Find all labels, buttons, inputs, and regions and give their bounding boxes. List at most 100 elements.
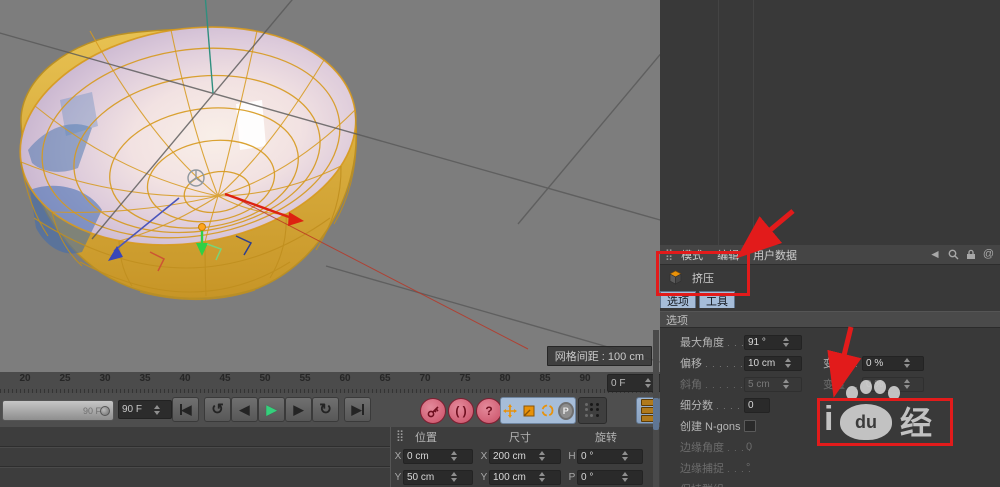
divider	[753, 0, 754, 245]
ruler-tick: 65	[365, 373, 405, 384]
position-header: 位置	[415, 429, 437, 445]
position-x-stepper[interactable]	[439, 448, 469, 464]
selected-tool-label: 挤压	[692, 270, 714, 286]
position-x-field[interactable]: 0 cm	[403, 449, 473, 464]
offset-field[interactable]: 10 cm	[744, 356, 802, 371]
max-angle-field[interactable]: 91 °	[744, 335, 802, 350]
record-parameter-toggle[interactable]: P	[558, 403, 574, 419]
position-y-value: 50 cm	[407, 472, 437, 483]
history-back-icon[interactable]: ◄	[929, 247, 941, 261]
menu-edit[interactable]: 编辑	[717, 247, 739, 263]
record-position-toggle[interactable]	[502, 403, 518, 419]
bevel-value: 5 cm	[748, 379, 772, 390]
rotation-p-stepper[interactable]	[611, 469, 639, 485]
keyframe-selection-button[interactable]: ?	[476, 398, 502, 424]
goto-next-key-button[interactable]: ↻	[312, 397, 339, 422]
max-frame-value: 90 F	[122, 404, 144, 415]
max-angle-stepper[interactable]	[774, 334, 798, 350]
param-row-max-angle: 最大角度 . . . . 91 °	[660, 333, 1000, 351]
size-x-field[interactable]: 200 cm	[489, 449, 561, 464]
goto-end-icon: ▶	[352, 402, 362, 418]
ruler-tick: 85	[525, 373, 565, 384]
param-label: 最大角度 . . . .	[680, 334, 752, 350]
search-icon[interactable]	[948, 249, 959, 260]
tab-options[interactable]: 选项	[660, 291, 696, 308]
rotate-circle-icon	[540, 403, 555, 418]
prev-frame-button[interactable]: ◀	[231, 397, 258, 422]
edge-angle-value: 0	[746, 441, 752, 453]
size-y-field[interactable]: 100 cm	[489, 470, 561, 485]
offset-stepper[interactable]	[777, 355, 798, 371]
bevel-field: 5 cm	[744, 377, 802, 392]
max-frame-stepper[interactable]	[146, 402, 168, 418]
goto-end-button[interactable]: ▶	[344, 397, 371, 422]
axis-label: X	[479, 451, 489, 462]
attribute-scrollbar[interactable]	[653, 330, 659, 487]
record-active-objects-button[interactable]	[420, 398, 446, 424]
viewport-3d[interactable]: 网格间距 : 100 cm	[0, 0, 660, 373]
play-forward-button[interactable]: ▶	[258, 397, 285, 422]
param-label: 斜角 . . . . . .	[680, 376, 744, 392]
range-slider-knob[interactable]	[100, 406, 110, 416]
record-scale-toggle[interactable]	[521, 403, 537, 419]
axis-label: P	[567, 472, 577, 483]
size-x-stepper[interactable]	[528, 448, 557, 464]
menu-mode[interactable]: 模式	[681, 247, 703, 263]
offset-variance-field[interactable]: 0 %	[862, 356, 924, 371]
next-frame-button[interactable]: ▶	[285, 397, 312, 422]
pla-dots-icon	[585, 403, 600, 418]
goto-start-icon: ◀	[182, 402, 192, 418]
axis-label: X	[393, 451, 403, 462]
animation-toolbar: 90 F 90 F ◀ ↺ ◀ ▶ ▶ ↻ ▶	[0, 393, 660, 428]
axis-label: Y	[479, 472, 489, 483]
at-icon[interactable]: @	[983, 248, 994, 260]
param-row-offset: 偏移 . . . . . . 10 cm 变量 . . 0 %	[660, 354, 1000, 372]
menu-user-data[interactable]: 用户数据	[753, 247, 797, 263]
ruler-tick: 25	[45, 373, 85, 384]
rotation-h-field[interactable]: 0 °	[577, 449, 643, 464]
record-rotation-toggle[interactable]	[539, 403, 555, 419]
position-y-field[interactable]: 50 cm	[403, 470, 473, 485]
rotation-p-value: 0 °	[581, 472, 609, 483]
record-channels-group: P	[500, 397, 576, 424]
paw-toe	[874, 380, 886, 394]
offset-variance-stepper[interactable]	[894, 355, 920, 371]
timeline-ruler[interactable]: 20 25 30 35 40 45 50 55 60 65 70 75 80 8…	[0, 372, 660, 394]
scale-square-icon	[522, 404, 536, 418]
ruler-tick: 75	[445, 373, 485, 384]
end-frame-value: 0 F	[611, 378, 634, 389]
point-level-animation-button[interactable]	[578, 397, 607, 424]
size-header: 尺寸	[509, 429, 531, 445]
tab-tool[interactable]: 工具	[699, 291, 735, 308]
rotation-p-field[interactable]: 0 °	[577, 470, 643, 485]
rotation-h-stepper[interactable]	[611, 448, 639, 464]
goto-prev-key-button[interactable]: ↺	[204, 397, 231, 422]
coordinates-grid-icon: ⣿	[396, 429, 404, 442]
max-frame-field[interactable]: 90 F	[118, 400, 172, 419]
position-y-stepper[interactable]	[439, 469, 469, 485]
create-ngons-checkbox[interactable]	[744, 420, 756, 432]
grid-spacing-label: 网格间距 : 100 cm	[547, 346, 652, 366]
bottom-panel: ⣿ 位置 尺寸 旋转 X 0 cm X 200 cm H 0 °	[0, 427, 660, 487]
options-section-header[interactable]: 选项	[660, 311, 1000, 328]
watermark-text: 经	[900, 398, 932, 444]
subdivision-field[interactable]: 0	[744, 398, 770, 413]
scrollbar-thumb[interactable]	[653, 398, 659, 430]
watermark-text: i	[824, 400, 833, 439]
ruler-tick: 50	[245, 373, 285, 384]
max-angle-value: 91 °	[748, 337, 772, 348]
timeline-range-slider[interactable]: 90 F	[2, 400, 114, 421]
paw-toe	[860, 380, 872, 394]
param-row-edge-snap: 边缘捕捉 . . . . °	[660, 459, 1000, 477]
divider	[718, 0, 719, 245]
paw-toe	[888, 386, 900, 400]
selected-tool-row[interactable]: 挤压	[660, 264, 1000, 291]
next-frame-icon: ▶	[294, 402, 304, 418]
lock-icon[interactable]	[966, 249, 976, 260]
offset-variance-value: 0 %	[866, 358, 892, 369]
baidu-jingyan-watermark: i du 经	[818, 388, 950, 444]
coordinate-row-x: X 0 cm X 200 cm H 0 °	[393, 447, 659, 465]
goto-start-button[interactable]: ◀	[172, 397, 199, 422]
size-y-stepper[interactable]	[528, 469, 557, 485]
autokey-button[interactable]: ( )	[448, 398, 474, 424]
